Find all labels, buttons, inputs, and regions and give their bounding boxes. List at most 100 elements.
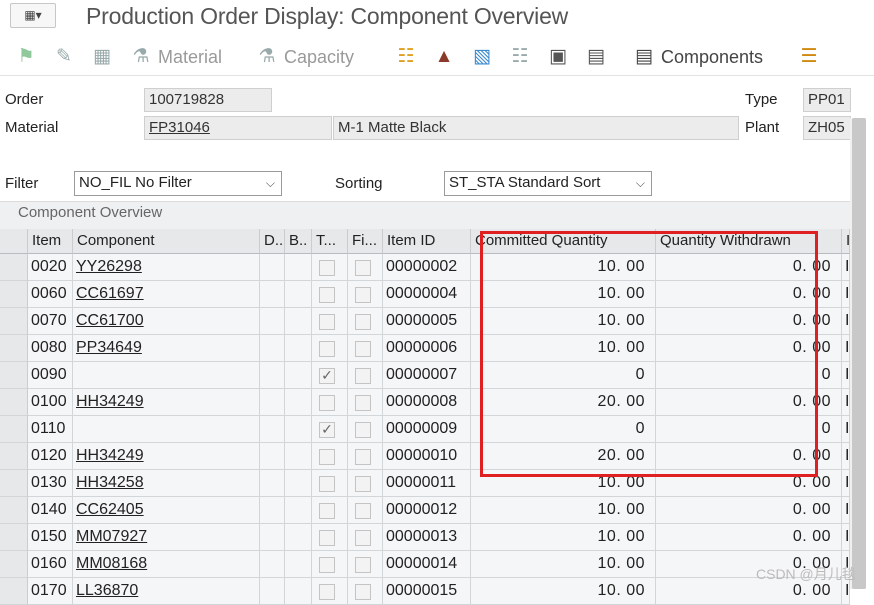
window-icon[interactable]: ▣ — [546, 44, 570, 70]
row-selector[interactable] — [0, 362, 28, 389]
row-selector[interactable] — [0, 308, 28, 335]
component-link[interactable]: CC61697 — [76, 285, 144, 302]
committed-quantity-cell[interactable]: 0 — [471, 362, 656, 389]
t-checkbox[interactable] — [319, 341, 335, 357]
row-selector[interactable] — [0, 389, 28, 416]
document-icon[interactable]: ▤ — [584, 44, 608, 70]
component-cell[interactable] — [73, 362, 260, 389]
component-link[interactable]: HH34249 — [76, 447, 144, 464]
plant-field[interactable]: ZH05 — [803, 116, 851, 140]
t-checkbox[interactable] — [319, 395, 335, 411]
material-icon[interactable]: ⚗ — [128, 44, 154, 70]
quantity-withdrawn-cell[interactable]: 0. 00 — [656, 497, 842, 524]
component-cell[interactable]: CC62405 — [73, 497, 260, 524]
scrollbar-thumb[interactable] — [852, 118, 866, 589]
menu-button[interactable]: ▦▾ — [10, 3, 56, 28]
edit-icon[interactable]: ✎ — [52, 44, 76, 70]
row-selector[interactable] — [0, 497, 28, 524]
hat-icon[interactable]: ▲ — [432, 44, 456, 70]
row-selector[interactable] — [0, 551, 28, 578]
column-header[interactable]: T... — [312, 229, 348, 254]
t-checkbox[interactable] — [319, 476, 335, 492]
column-header[interactable]: Item ID — [383, 229, 471, 254]
calculator-icon[interactable]: ▦ — [90, 44, 114, 70]
column-header[interactable]: Component — [73, 229, 260, 254]
component-link[interactable]: YY26298 — [76, 258, 142, 275]
sorting-select[interactable]: ST_STA Standard Sort ⌵ — [444, 171, 652, 196]
t-checkbox[interactable] — [319, 557, 335, 573]
structure-icon[interactable]: ☷ — [508, 44, 532, 70]
fi-checkbox[interactable] — [355, 260, 371, 276]
material-field[interactable]: FP31046 — [144, 116, 332, 140]
committed-quantity-cell[interactable]: 10. 00 — [471, 308, 656, 335]
fi-checkbox[interactable] — [355, 395, 371, 411]
row-selector[interactable] — [0, 281, 28, 308]
quantity-withdrawn-cell[interactable]: 0. 00 — [656, 308, 842, 335]
fi-checkbox[interactable] — [355, 368, 371, 384]
row-selector[interactable] — [0, 443, 28, 470]
component-link[interactable]: PP34649 — [76, 339, 142, 356]
committed-quantity-cell[interactable]: 20. 00 — [471, 389, 656, 416]
committed-quantity-cell[interactable]: 10. 00 — [471, 470, 656, 497]
filter-select[interactable]: NO_FIL No Filter ⌵ — [74, 171, 282, 196]
component-cell[interactable]: MM08168 — [73, 551, 260, 578]
material-link[interactable]: FP31046 — [149, 119, 210, 136]
committed-quantity-cell[interactable]: 10. 00 — [471, 578, 656, 605]
row-selector-header[interactable] — [0, 229, 28, 254]
component-cell[interactable] — [73, 416, 260, 443]
capacity-button[interactable]: Capacity — [284, 46, 354, 68]
t-checkbox[interactable] — [319, 314, 335, 330]
component-cell[interactable]: HH34249 — [73, 443, 260, 470]
fi-checkbox[interactable] — [355, 557, 371, 573]
quantity-withdrawn-cell[interactable]: 0 — [656, 362, 842, 389]
committed-quantity-cell[interactable]: 10. 00 — [471, 524, 656, 551]
fi-checkbox[interactable] — [355, 287, 371, 303]
fi-checkbox[interactable] — [355, 503, 371, 519]
fi-checkbox[interactable] — [355, 530, 371, 546]
material-description-field[interactable]: M-1 Matte Black — [333, 116, 739, 140]
t-checkbox[interactable]: ✓ — [319, 422, 335, 438]
flag-icon[interactable]: ⚑ — [14, 44, 38, 70]
fi-checkbox[interactable] — [355, 314, 371, 330]
t-checkbox[interactable] — [319, 449, 335, 465]
quantity-withdrawn-cell[interactable]: 0. 00 — [656, 470, 842, 497]
quantity-withdrawn-cell[interactable]: 0. 00 — [656, 389, 842, 416]
t-checkbox[interactable] — [319, 287, 335, 303]
row-selector[interactable] — [0, 470, 28, 497]
hierarchy-icon[interactable]: ☷ — [394, 44, 418, 70]
quantity-withdrawn-cell[interactable]: 0. 00 — [656, 281, 842, 308]
row-selector[interactable] — [0, 335, 28, 362]
t-checkbox[interactable] — [319, 584, 335, 600]
committed-quantity-cell[interactable]: 10. 00 — [471, 281, 656, 308]
quantity-withdrawn-cell[interactable]: 0. 00 — [656, 335, 842, 362]
fi-checkbox[interactable] — [355, 449, 371, 465]
column-header[interactable]: I — [842, 229, 850, 254]
t-checkbox[interactable] — [319, 530, 335, 546]
component-cell[interactable]: HH34249 — [73, 389, 260, 416]
row-selector[interactable] — [0, 578, 28, 605]
column-header[interactable]: Quantity Withdrawn — [656, 229, 842, 254]
committed-quantity-cell[interactable]: 10. 00 — [471, 335, 656, 362]
component-icon[interactable]: ▧ — [470, 44, 494, 70]
component-cell[interactable]: LL36870 — [73, 578, 260, 605]
quantity-withdrawn-cell[interactable]: 0 — [656, 416, 842, 443]
component-cell[interactable]: MM07927 — [73, 524, 260, 551]
component-link[interactable]: MM07927 — [76, 528, 147, 545]
column-header[interactable]: Committed Quantity — [471, 229, 656, 254]
component-cell[interactable]: HH34258 — [73, 470, 260, 497]
tree-icon[interactable]: ☰ — [796, 44, 822, 70]
quantity-withdrawn-cell[interactable]: 0. 00 — [656, 254, 842, 281]
column-header[interactable]: B.. — [285, 229, 312, 254]
t-checkbox[interactable] — [319, 260, 335, 276]
row-selector[interactable] — [0, 524, 28, 551]
component-cell[interactable]: CC61700 — [73, 308, 260, 335]
quantity-withdrawn-cell[interactable]: 0. 00 — [656, 443, 842, 470]
committed-quantity-cell[interactable]: 10. 00 — [471, 551, 656, 578]
t-checkbox[interactable]: ✓ — [319, 368, 335, 384]
components-icon[interactable]: ▤ — [632, 44, 656, 70]
component-link[interactable]: MM08168 — [76, 555, 147, 572]
column-header[interactable]: D.. — [260, 229, 285, 254]
components-button[interactable]: Components — [661, 46, 763, 68]
fi-checkbox[interactable] — [355, 422, 371, 438]
committed-quantity-cell[interactable]: 10. 00 — [471, 497, 656, 524]
